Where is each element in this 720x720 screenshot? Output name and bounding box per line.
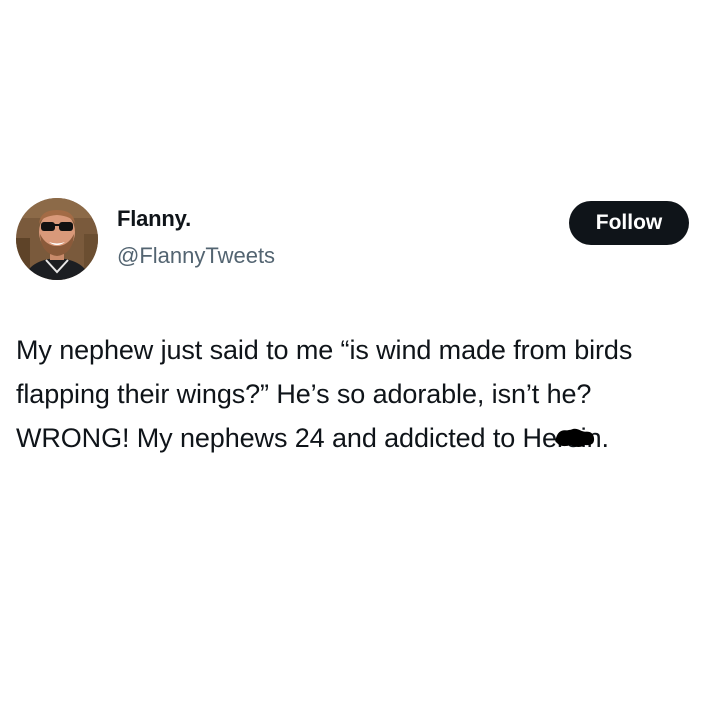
display-name[interactable]: Flanny. xyxy=(117,206,191,232)
tweet-card: Flanny. @FlannyTweets Follow My nephew j… xyxy=(0,0,720,720)
redacted-word: roi xyxy=(555,416,594,460)
tweet-text-main: My nephew just said to me “is wind made … xyxy=(16,335,633,453)
user-handle[interactable]: @FlannyTweets xyxy=(117,243,275,269)
profile-photo-icon xyxy=(16,198,98,280)
follow-button[interactable]: Follow xyxy=(569,201,689,245)
avatar[interactable] xyxy=(16,198,98,280)
redaction-scribble-icon xyxy=(555,428,594,447)
tweet-text: My nephew just said to me “is wind made … xyxy=(16,328,706,460)
